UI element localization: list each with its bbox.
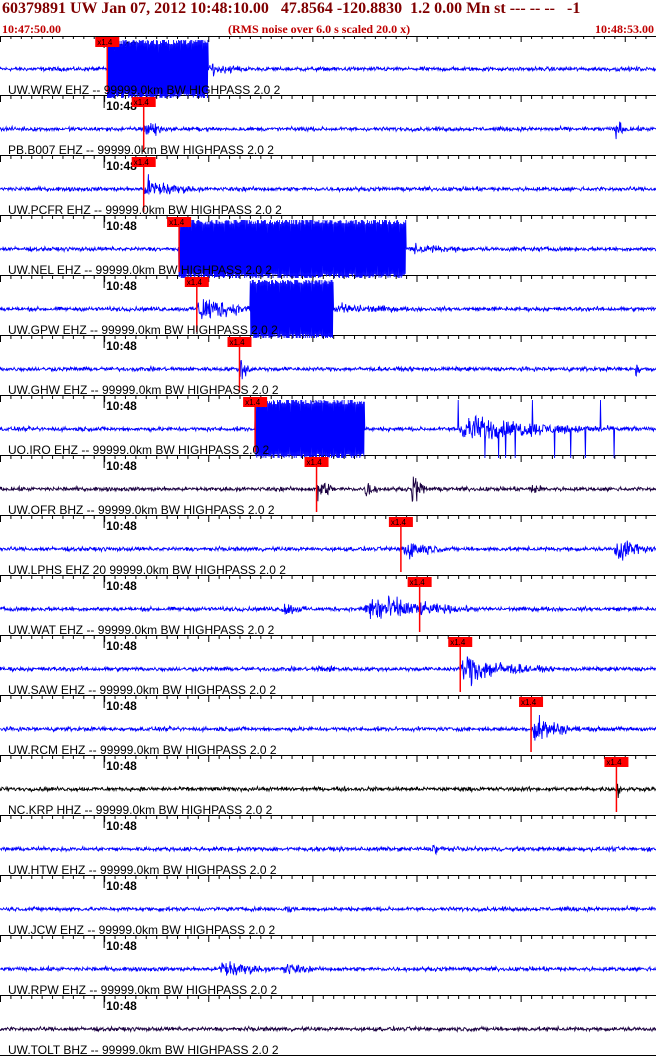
- pick-label: x1.4: [97, 38, 113, 47]
- pick-label: x1.4: [410, 578, 426, 587]
- station-label: UW.GHW EHZ -- 99999.0km BW HIGHPASS 2.0 …: [8, 383, 279, 397]
- pick-label: x1.4: [187, 278, 203, 287]
- waveform-trace: [0, 783, 656, 799]
- minute-tick-label: 10:48: [106, 279, 137, 293]
- waveform-trace: [0, 174, 656, 195]
- waveform-trace: [0, 121, 656, 140]
- rms-note: (RMS noise over 6.0 s scaled 20.0 x): [228, 22, 411, 36]
- minute-tick-label: 10:48: [106, 459, 137, 473]
- start-time: 10:47:50.00: [2, 22, 61, 36]
- pick-label: x1.4: [245, 398, 261, 407]
- minute-tick-label: 10:48: [106, 519, 137, 533]
- station-label: UW.HTW EHZ -- 99999.0km BW HIGHPASS 2.0 …: [8, 863, 277, 877]
- station-label: NC.KRP HHZ -- 99999.0km BW HIGHPASS 2.0 …: [8, 803, 273, 817]
- pick-label: x1.4: [169, 218, 185, 227]
- waveform-trace: [0, 844, 656, 856]
- minute-tick-label: 10:48: [106, 999, 137, 1013]
- station-label: UW.LPHS EHZ 20 99999.0km BW HIGHPASS 2.0…: [8, 563, 286, 577]
- event-title: 60379891 UW Jan 07, 2012 10:48:10.00 47.…: [2, 0, 581, 17]
- waveform-trace: [0, 714, 656, 741]
- station-label: UW.JCW EHZ -- 99999.0km BW HIGHPASS 2.0 …: [8, 923, 275, 937]
- minute-tick-label: 10:48: [106, 399, 137, 413]
- minute-tick-label: 10:48: [106, 699, 137, 713]
- waveform-trace: [0, 540, 656, 561]
- station-label: PB.B007 EHZ -- 99999.0km BW HIGHPASS 2.0…: [8, 143, 274, 157]
- station-label: UW.PCFR EHZ -- 99999.0km BW HIGHPASS 2.0…: [8, 203, 282, 217]
- station-label: UW.WRW EHZ -- 99999.0km BW HIGHPASS 2.0 …: [8, 83, 281, 97]
- minute-tick-label: 10:48: [106, 219, 137, 233]
- header: 60379891 UW Jan 07, 2012 10:48:10.00 47.…: [0, 0, 656, 36]
- waveform-trace: [0, 1024, 656, 1033]
- waveform-trace: [0, 904, 656, 913]
- pick-label: x1.4: [450, 638, 466, 647]
- waveform-trace: [0, 961, 656, 976]
- minute-tick-label: 10:48: [106, 339, 137, 353]
- pick-label: x1.4: [134, 98, 150, 107]
- minute-tick-label: 10:48: [106, 759, 137, 773]
- station-label: UW.RPW EHZ -- 99999.0km BW HIGHPASS 2.0 …: [8, 983, 278, 997]
- waveform-trace: [0, 595, 656, 620]
- station-label: UW.OFR BHZ -- 99999.0km BW HIGHPASS 2.0 …: [8, 503, 275, 517]
- seismogram-plot: 10:48x1.4UW.WRW EHZ -- 99999.0km BW HIGH…: [0, 36, 656, 1057]
- pick-label: x1.4: [134, 158, 150, 167]
- station-label: UW.SAW EHZ -- 99999.0km BW HIGHPASS 2.0 …: [8, 683, 276, 697]
- minute-tick-label: 10:48: [106, 939, 137, 953]
- minute-tick-label: 10:48: [106, 879, 137, 893]
- end-time: 10:48:53.00: [595, 22, 654, 36]
- waveform-trace: [0, 656, 656, 687]
- pick-label: x1.4: [521, 698, 537, 707]
- station-label: UW.NEL EHZ -- 99999.0km BW HIGHPASS 2.0 …: [8, 263, 272, 277]
- pick-label: x1.4: [307, 458, 323, 467]
- station-label: UW.GPW EHZ -- 99999.0km BW HIGHPASS 2.0 …: [8, 323, 278, 337]
- pick-label: x1.4: [606, 758, 622, 767]
- station-label: UW.WAT EHZ -- 99999.0km BW HIGHPASS 2.0 …: [8, 623, 275, 637]
- waveform-trace: [0, 476, 656, 502]
- pick-label: x1.4: [391, 518, 407, 527]
- station-label: UO.IRO EHZ -- 99999.0km BW HIGHPASS 2.0 …: [8, 443, 270, 457]
- pick-label: x1.4: [229, 338, 245, 347]
- waveform-trace: [0, 359, 656, 380]
- minute-tick-label: 10:48: [106, 579, 137, 593]
- minute-tick-label: 10:48: [106, 819, 137, 833]
- station-label: UW.RCM EHZ -- 99999.0km BW HIGHPASS 2.0 …: [8, 743, 277, 757]
- minute-tick-label: 10:48: [106, 639, 137, 653]
- station-label: UW.TOLT BHZ -- 99999.0km BW HIGHPASS 2.0…: [8, 1043, 279, 1057]
